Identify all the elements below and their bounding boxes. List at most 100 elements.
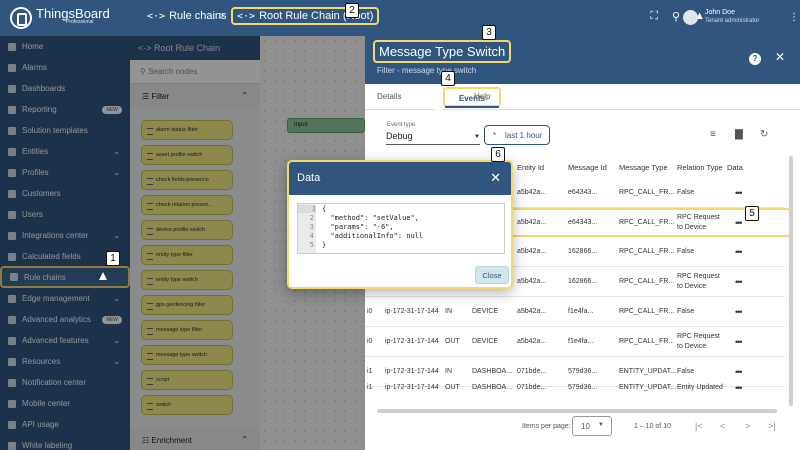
refresh-icon[interactable]: ↻ — [760, 129, 768, 140]
cell-entity-id: a5b42a... — [517, 338, 547, 345]
more-horiz-icon[interactable]: ••• — [735, 277, 743, 287]
cell-entity-id: a5b42a... — [517, 219, 547, 226]
tab-help[interactable]: Help — [474, 92, 490, 101]
code-brackets-icon: <·> — [237, 10, 256, 22]
table-row[interactable]: i0 ip-172-31-17-144 OUT DEVICE a5b42a...… — [365, 327, 785, 357]
cell-message-type: RPC_CALL_FR... — [619, 308, 675, 315]
search-icon[interactable]: ⚲ — [672, 10, 680, 23]
dropdown-arrow-icon: ▼ — [598, 422, 604, 428]
cell-relation: False — [677, 248, 695, 255]
cell-message-type: RPC_CALL_FR... — [619, 189, 675, 196]
code-line: "additionalInfo": null — [322, 232, 424, 240]
cell-relation: False — [677, 189, 695, 196]
close-icon[interactable]: ✕ — [490, 170, 501, 186]
cell-entity-id: a5b42a... — [517, 308, 547, 315]
thingsboard-logo-icon — [10, 7, 32, 29]
table-row[interactable]: i0 ip-172-31-17-144 IN DEVICE a5b42a... … — [365, 297, 785, 327]
close-icon[interactable]: ✕ — [775, 50, 785, 64]
breadcrumb-rule-chains[interactable]: <·> Rule chains — [147, 10, 227, 22]
cell-message-id: e64343... — [568, 219, 598, 226]
close-button[interactable]: Close — [475, 266, 509, 284]
event-filters: Event type Debug ▼ last 1 hour ≡ ▇ ↻ — [365, 120, 800, 150]
cell-message-type: ENTITY_UPDAT... — [619, 384, 677, 391]
user-role: Tenant administrator — [705, 18, 760, 24]
mouse-cursor-icon — [99, 272, 107, 280]
cell-entity: DEVICE — [472, 338, 499, 345]
col-data[interactable]: Data — [727, 163, 743, 172]
cell-message-id: 162866... — [568, 248, 598, 255]
more-horiz-icon[interactable]: ••• — [735, 188, 743, 198]
page-size-value: 10 — [581, 422, 590, 431]
col-relation-type[interactable]: Relation Type — [677, 163, 723, 172]
drawer-title: Message Type Switch — [373, 40, 512, 63]
vertical-scrollbar[interactable] — [789, 156, 793, 406]
last-page-icon[interactable]: >| — [768, 421, 776, 431]
time-window-button[interactable]: last 1 hour — [484, 125, 550, 145]
line-number: 4 — [309, 232, 314, 240]
cell-server: ip-172-31-17-144 — [385, 308, 439, 315]
mouse-cursor-icon — [736, 226, 744, 234]
annotation-badge-1: 1 — [106, 251, 120, 266]
first-page-icon[interactable]: |< — [695, 421, 703, 431]
drawer-header: Message Type Switch Filter - message typ… — [365, 36, 800, 84]
cell-message-type: RPC_CALL_FR... — [619, 248, 675, 255]
cell-relation: RPC Request to Device — [677, 333, 720, 350]
cell-message-id: 579d36... — [568, 384, 598, 391]
col-entity-id[interactable]: Entity Id — [517, 163, 544, 172]
user-menu[interactable]: John Doe Tenant administrator — [683, 8, 759, 26]
cell-relation: RPC Request to Device — [677, 273, 720, 290]
filter-icon[interactable]: ≡ — [710, 129, 716, 140]
cell-entity: DASHBOA... — [472, 384, 513, 391]
cell-relation: Entity Updated — [677, 384, 723, 391]
breadcrumb-label: Rule chains — [169, 10, 227, 22]
more-horiz-icon[interactable]: ••• — [735, 337, 743, 347]
chevron-right-icon[interactable]: > — [745, 421, 750, 431]
page-size-select[interactable]: 10 ▼ — [572, 416, 612, 436]
user-name: John Doe — [705, 9, 735, 16]
more-horiz-icon[interactable]: ••• — [735, 247, 743, 257]
annotation-badge-6: 6 — [491, 147, 505, 162]
help-icon[interactable]: ? — [749, 53, 761, 65]
page-range: 1 – 10 of 10 — [634, 423, 671, 430]
items-per-page-label: Items per page: — [522, 423, 571, 430]
json-code-viewer[interactable]: 1 2 3 4 5 { "method": "setValue", "param… — [297, 203, 505, 254]
paginator: Items per page: 10 ▼ 1 – 10 of 10 |< < >… — [365, 416, 800, 446]
mouse-cursor-icon — [434, 102, 442, 110]
code-line: "method": "setValue", — [322, 214, 419, 222]
horizontal-scrollbar[interactable] — [377, 409, 777, 413]
more-vert-icon[interactable]: ⋮ — [789, 12, 799, 23]
breadcrumb-separator: > — [219, 11, 225, 22]
logo[interactable]: ThingsBoard — [10, 7, 110, 29]
tab-events[interactable]: Events — [443, 87, 501, 107]
line-number: 3 — [309, 223, 314, 231]
cell-entity-id: a5b42a... — [517, 248, 547, 255]
event-type-label: Event type — [387, 122, 416, 128]
cell-message-id: f1e4fa... — [568, 338, 594, 345]
table-row[interactable]: i1 ip-172-31-17-144 OUT DASHBOA... 071bd… — [365, 371, 785, 401]
more-horiz-icon[interactable]: ••• — [735, 307, 743, 317]
dropdown-arrow-icon: ▼ — [474, 134, 480, 140]
cell-entity-id: 071bde... — [517, 384, 547, 391]
cell-server: ip-172-31-17-144 — [385, 384, 439, 391]
more-horiz-icon[interactable]: ••• — [735, 383, 743, 393]
col-message-id[interactable]: Message Id — [568, 163, 607, 172]
event-type-select[interactable]: Debug ▼ — [386, 131, 480, 145]
cell-message-type: RPC_CALL_FR... — [619, 278, 675, 285]
data-dialog: Data ✕ 1 2 3 4 5 { "method": "setValue",… — [287, 160, 513, 289]
drawer-subtitle: Filter - message type switch — [377, 66, 477, 75]
cell-relation: RPC Request to Device — [677, 214, 720, 231]
chevron-left-icon[interactable]: < — [720, 421, 725, 431]
line-number: 2 — [309, 214, 314, 222]
cell-row-prefix: i1 — [367, 384, 373, 391]
logo-subtitle: Professional — [66, 19, 94, 25]
annotation-badge-5: 5 — [745, 206, 759, 221]
delete-icon[interactable]: ▇ — [735, 129, 743, 140]
fullscreen-icon[interactable]: ⛶ — [650, 10, 658, 23]
line-gutter: 1 2 3 4 5 — [298, 204, 316, 253]
annotation-badge-2: 2 — [345, 3, 359, 18]
annotation-badge-4: 4 — [441, 71, 455, 86]
cell-message-id: f1e4fa... — [568, 308, 594, 315]
tab-details[interactable]: Details — [377, 92, 401, 101]
cell-message-type: RPC_CALL_FR... — [619, 219, 675, 226]
col-message-type[interactable]: Message Type — [619, 163, 668, 172]
